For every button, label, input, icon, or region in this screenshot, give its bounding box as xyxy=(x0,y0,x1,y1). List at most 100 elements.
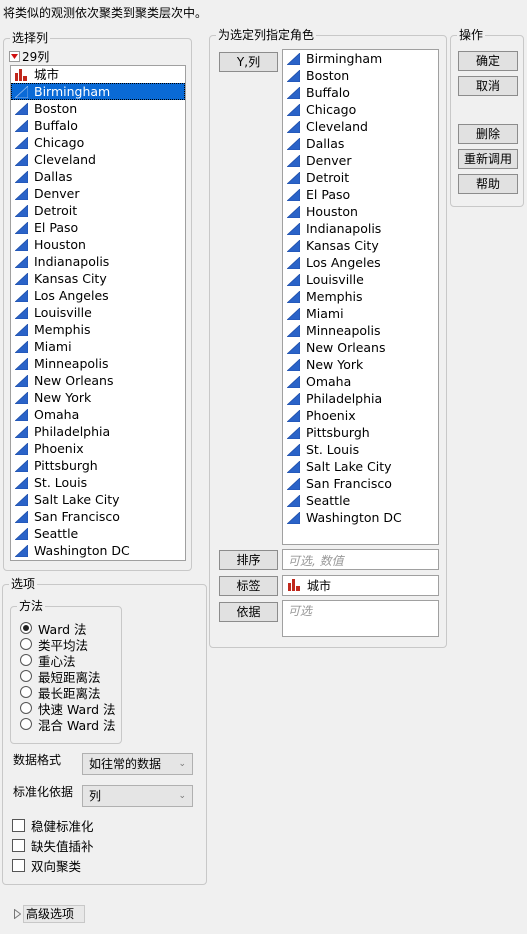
list-item[interactable]: Seattle xyxy=(11,525,185,542)
option-checkbox[interactable]: 稳健标准化 xyxy=(12,815,94,835)
y-columns-list[interactable]: Birmingham Boston Buffalo Chicago Cleveland D… xyxy=(282,49,439,545)
list-item[interactable]: El Paso xyxy=(283,186,438,203)
list-item[interactable]: Memphis xyxy=(11,321,185,338)
list-item[interactable]: Cleveland xyxy=(283,118,438,135)
data-format-label: 数据格式 xyxy=(13,753,62,767)
radio-icon[interactable] xyxy=(20,622,32,634)
option-checkbox[interactable]: 缺失值插补 xyxy=(12,835,94,855)
list-item[interactable]: Omaha xyxy=(283,373,438,390)
remove-button[interactable]: 删除 xyxy=(458,124,518,144)
list-item[interactable]: Buffalo xyxy=(283,84,438,101)
order-field[interactable]: 可选, 数值 xyxy=(282,549,439,570)
list-item[interactable]: Detroit xyxy=(11,202,185,219)
list-item[interactable]: Indianapolis xyxy=(283,220,438,237)
list-item[interactable]: Louisville xyxy=(11,304,185,321)
continuous-column-icon xyxy=(287,154,300,167)
by-field[interactable]: 可选 xyxy=(282,600,439,637)
list-item[interactable]: Philadelphia xyxy=(11,423,185,440)
radio-icon[interactable] xyxy=(20,718,32,730)
list-item[interactable]: Miami xyxy=(283,305,438,322)
radio-icon[interactable] xyxy=(20,654,32,666)
list-item[interactable]: Seattle xyxy=(283,492,438,509)
list-item[interactable]: Kansas City xyxy=(283,237,438,254)
list-item[interactable]: New Orleans xyxy=(283,339,438,356)
ok-button[interactable]: 确定 xyxy=(458,51,518,71)
list-item[interactable]: New Orleans xyxy=(11,372,185,389)
list-item[interactable]: Washington DC xyxy=(11,542,185,559)
option-checkbox[interactable]: 双向聚类 xyxy=(12,855,94,875)
list-item[interactable]: Salt Lake City xyxy=(283,458,438,475)
list-item[interactable]: Omaha xyxy=(11,406,185,423)
list-item[interactable]: Phoenix xyxy=(11,440,185,457)
column-count-dropdown[interactable]: 29列 xyxy=(9,48,49,65)
list-item[interactable]: Chicago xyxy=(11,134,185,151)
list-item[interactable]: San Francisco xyxy=(283,475,438,492)
list-item[interactable]: Boston xyxy=(11,100,185,117)
list-item-label-column[interactable]: 城市 xyxy=(11,66,185,83)
data-format-select[interactable]: 如往常的数据 ⌄ xyxy=(82,753,193,775)
continuous-column-icon xyxy=(15,170,28,183)
continuous-column-icon xyxy=(287,256,300,269)
list-item[interactable]: Birmingham xyxy=(11,83,185,100)
continuous-column-icon xyxy=(15,119,28,132)
list-item[interactable]: St. Louis xyxy=(11,474,185,491)
list-item[interactable]: Philadelphia xyxy=(283,390,438,407)
list-item[interactable]: Buffalo xyxy=(11,117,185,134)
continuous-column-icon xyxy=(287,443,300,456)
red-triangle-menu-icon[interactable] xyxy=(9,51,20,62)
help-button[interactable]: 帮助 xyxy=(458,174,518,194)
label-field[interactable]: 城市 xyxy=(282,575,439,596)
checkbox-icon[interactable] xyxy=(12,858,25,872)
list-item[interactable]: Miami xyxy=(11,338,185,355)
list-item[interactable]: Indianapolis xyxy=(11,253,185,270)
continuous-column-icon xyxy=(15,476,28,489)
list-item[interactable]: San Francisco xyxy=(11,508,185,525)
checkbox-icon[interactable] xyxy=(12,838,25,852)
checkbox-icon[interactable] xyxy=(12,818,25,832)
list-item[interactable]: Pittsburgh xyxy=(11,457,185,474)
list-item[interactable]: St. Louis xyxy=(283,441,438,458)
list-item[interactable]: Boston xyxy=(283,67,438,84)
list-item[interactable]: Dallas xyxy=(11,168,185,185)
list-item[interactable]: Birmingham xyxy=(283,50,438,67)
continuous-column-icon xyxy=(15,527,28,540)
list-item[interactable]: El Paso xyxy=(11,219,185,236)
radio-icon[interactable] xyxy=(20,686,32,698)
list-item[interactable]: Detroit xyxy=(283,169,438,186)
advanced-options-toggle[interactable]: 高级选项 xyxy=(14,905,86,923)
list-item[interactable]: Houston xyxy=(283,203,438,220)
radio-icon[interactable] xyxy=(20,702,32,714)
list-item[interactable]: Los Angeles xyxy=(11,287,185,304)
list-item[interactable]: New York xyxy=(11,389,185,406)
list-item[interactable]: Washington DC xyxy=(283,509,438,526)
standardize-select[interactable]: 列 ⌄ xyxy=(82,785,193,807)
radio-icon[interactable] xyxy=(20,670,32,682)
method-radio[interactable]: 混合 Ward 法 xyxy=(20,716,116,733)
list-item[interactable]: Louisville xyxy=(283,271,438,288)
list-item[interactable]: Minneapolis xyxy=(11,355,185,372)
list-item[interactable]: Minneapolis xyxy=(283,322,438,339)
list-item[interactable]: Cleveland xyxy=(11,151,185,168)
list-item[interactable]: Denver xyxy=(11,185,185,202)
list-item[interactable]: Kansas City xyxy=(11,270,185,287)
list-item[interactable]: Denver xyxy=(283,152,438,169)
y-columns-button[interactable]: Y,列 xyxy=(219,52,278,72)
list-item[interactable]: Houston xyxy=(11,236,185,253)
radio-icon[interactable] xyxy=(20,638,32,650)
list-item[interactable]: New York xyxy=(283,356,438,373)
list-item[interactable]: Chicago xyxy=(283,101,438,118)
list-item[interactable]: Dallas xyxy=(283,135,438,152)
column-list[interactable]: 城市 Birmingham Boston Buffalo Chicago Clevela… xyxy=(10,65,186,561)
list-item[interactable]: Pittsburgh xyxy=(283,424,438,441)
chevron-down-icon: ⌄ xyxy=(178,791,186,801)
order-button[interactable]: 排序 xyxy=(219,550,278,570)
list-item[interactable]: Phoenix xyxy=(283,407,438,424)
label-button[interactable]: 标签 xyxy=(219,576,278,596)
cancel-button[interactable]: 取消 xyxy=(458,76,518,96)
list-item[interactable]: Salt Lake City xyxy=(11,491,185,508)
list-item[interactable]: Los Angeles xyxy=(283,254,438,271)
list-item[interactable]: Memphis xyxy=(283,288,438,305)
recall-button[interactable]: 重新调用 xyxy=(458,149,518,169)
continuous-column-icon xyxy=(15,323,28,336)
by-button[interactable]: 依据 xyxy=(219,602,278,622)
